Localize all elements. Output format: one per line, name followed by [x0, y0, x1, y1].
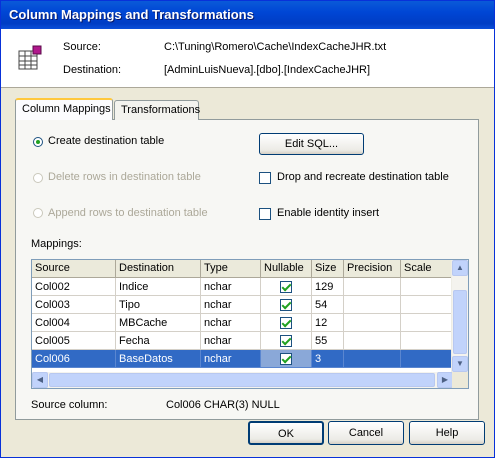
- vertical-scroll-thumb[interactable]: [453, 290, 467, 354]
- cell-nullable: [261, 296, 312, 314]
- cell-nullable: [261, 314, 312, 332]
- help-label: Help: [435, 427, 459, 439]
- scroll-right-icon[interactable]: ▶: [437, 372, 453, 388]
- ok-label: OK: [278, 428, 294, 440]
- cancel-label: Cancel: [348, 427, 384, 439]
- scroll-left-icon[interactable]: ◀: [32, 372, 48, 388]
- append-rows-radio[interactable]: [33, 208, 43, 218]
- create-table-radio[interactable]: [33, 137, 43, 147]
- cell-scale[interactable]: [401, 278, 453, 296]
- tab-transformations[interactable]: Transformations: [114, 100, 201, 120]
- cell-size[interactable]: 54: [312, 296, 344, 314]
- cell-precision[interactable]: [344, 296, 401, 314]
- column-header-nullable[interactable]: Nullable: [261, 260, 312, 277]
- table-row-selected[interactable]: Col006 BaseDatos nchar 3: [32, 350, 453, 368]
- cell-precision[interactable]: [344, 314, 401, 332]
- cell-destination[interactable]: Indice: [116, 278, 201, 296]
- column-header-precision[interactable]: Precision: [344, 260, 401, 277]
- nullable-checkbox[interactable]: [280, 281, 292, 293]
- table-row[interactable]: Col004 MBCache nchar 12: [32, 314, 453, 332]
- delete-rows-radio[interactable]: [33, 173, 43, 183]
- cell-size[interactable]: 3: [312, 350, 344, 368]
- horizontal-scroll-thumb[interactable]: [49, 373, 435, 387]
- identity-insert-label: Enable identity insert: [277, 207, 380, 219]
- cell-scale[interactable]: [401, 350, 453, 368]
- cell-type[interactable]: nchar: [201, 278, 261, 296]
- scroll-down-icon[interactable]: ▼: [452, 356, 468, 372]
- edit-sql-label: Edit SQL...: [284, 138, 339, 150]
- table-icon: [18, 45, 42, 70]
- cell-precision[interactable]: [344, 350, 401, 368]
- cell-precision[interactable]: [344, 332, 401, 350]
- identity-insert-checkbox[interactable]: [259, 208, 271, 220]
- mappings-grid[interactable]: Source Destination Type Nullable Size Pr…: [31, 259, 469, 389]
- cell-destination[interactable]: MBCache: [116, 314, 201, 332]
- table-row[interactable]: Col005 Fecha nchar 55: [32, 332, 453, 350]
- drop-recreate-label: Drop and recreate destination table: [277, 171, 449, 183]
- source-label: Source:: [63, 41, 101, 53]
- horizontal-scrollbar[interactable]: ◀ ▶: [32, 372, 453, 388]
- nullable-checkbox[interactable]: [280, 299, 292, 311]
- scroll-up-icon[interactable]: ▲: [452, 260, 468, 276]
- cell-nullable: [261, 332, 312, 350]
- cell-type[interactable]: nchar: [201, 350, 261, 368]
- scrollbar-corner: [452, 372, 468, 388]
- tab-label: Column Mappings: [22, 103, 111, 115]
- cell-destination[interactable]: Fecha: [116, 332, 201, 350]
- append-rows-label: Append rows to destination table: [48, 207, 208, 219]
- cell-type[interactable]: nchar: [201, 332, 261, 350]
- cell-size[interactable]: 129: [312, 278, 344, 296]
- cell-scale[interactable]: [401, 296, 453, 314]
- destination-value: [AdminLuisNueva].[dbo].[IndexCacheJHR]: [164, 64, 371, 76]
- cell-source: Col006: [32, 350, 116, 368]
- column-header-type[interactable]: Type: [201, 260, 261, 277]
- grid-header: Source Destination Type Nullable Size Pr…: [32, 260, 453, 278]
- column-header-source[interactable]: Source: [32, 260, 116, 277]
- create-table-label: Create destination table: [48, 135, 165, 147]
- table-row[interactable]: Col002 Indice nchar 129: [32, 278, 453, 296]
- cancel-button[interactable]: Cancel: [328, 421, 404, 445]
- tab-column-mappings[interactable]: Column Mappings: [15, 98, 113, 120]
- title-bar[interactable]: Column Mappings and Transformations: [1, 1, 494, 29]
- cell-source: Col004: [32, 314, 116, 332]
- nullable-checkbox[interactable]: [280, 335, 292, 347]
- drop-recreate-checkbox[interactable]: [259, 172, 271, 184]
- delete-rows-label: Delete rows in destination table: [48, 171, 201, 183]
- mappings-label: Mappings:: [31, 238, 82, 250]
- nullable-checkbox[interactable]: [280, 317, 292, 329]
- cell-size[interactable]: 55: [312, 332, 344, 350]
- cell-destination[interactable]: BaseDatos: [116, 350, 201, 368]
- radio-dot: [36, 140, 40, 144]
- column-header-destination[interactable]: Destination: [116, 260, 201, 277]
- tab-label: Transformations: [121, 104, 201, 116]
- source-value: C:\Tuning\Romero\Cache\IndexCacheJHR.txt: [164, 41, 387, 53]
- ok-button[interactable]: OK: [248, 421, 324, 445]
- cell-precision[interactable]: [344, 278, 401, 296]
- cell-scale[interactable]: [401, 314, 453, 332]
- dialog-window: Column Mappings and Transformations Sour…: [0, 0, 495, 458]
- cell-scale[interactable]: [401, 332, 453, 350]
- table-row[interactable]: Col003 Tipo nchar 54: [32, 296, 453, 314]
- edit-sql-button[interactable]: Edit SQL...: [259, 133, 364, 155]
- nullable-checkbox[interactable]: [280, 353, 292, 365]
- cell-source: Col005: [32, 332, 116, 350]
- cell-source: Col002: [32, 278, 116, 296]
- cell-size[interactable]: 12: [312, 314, 344, 332]
- vertical-scrollbar[interactable]: ▲ ▼: [451, 260, 468, 372]
- destination-label: Destination:: [63, 64, 122, 76]
- window-title: Column Mappings and Transformations: [9, 7, 254, 22]
- cell-nullable: [261, 350, 312, 368]
- source-column-value: Col006 CHAR(3) NULL: [166, 399, 280, 411]
- cell-type[interactable]: nchar: [201, 314, 261, 332]
- cell-type[interactable]: nchar: [201, 296, 261, 314]
- help-button[interactable]: Help: [409, 421, 485, 445]
- cell-destination[interactable]: Tipo: [116, 296, 201, 314]
- cell-source: Col003: [32, 296, 116, 314]
- source-column-label: Source column:: [31, 399, 108, 411]
- cell-nullable: [261, 278, 312, 296]
- column-header-scale[interactable]: Scale: [401, 260, 453, 277]
- header-panel: Source: C:\Tuning\Romero\Cache\IndexCach…: [1, 29, 494, 88]
- column-header-size[interactable]: Size: [312, 260, 344, 277]
